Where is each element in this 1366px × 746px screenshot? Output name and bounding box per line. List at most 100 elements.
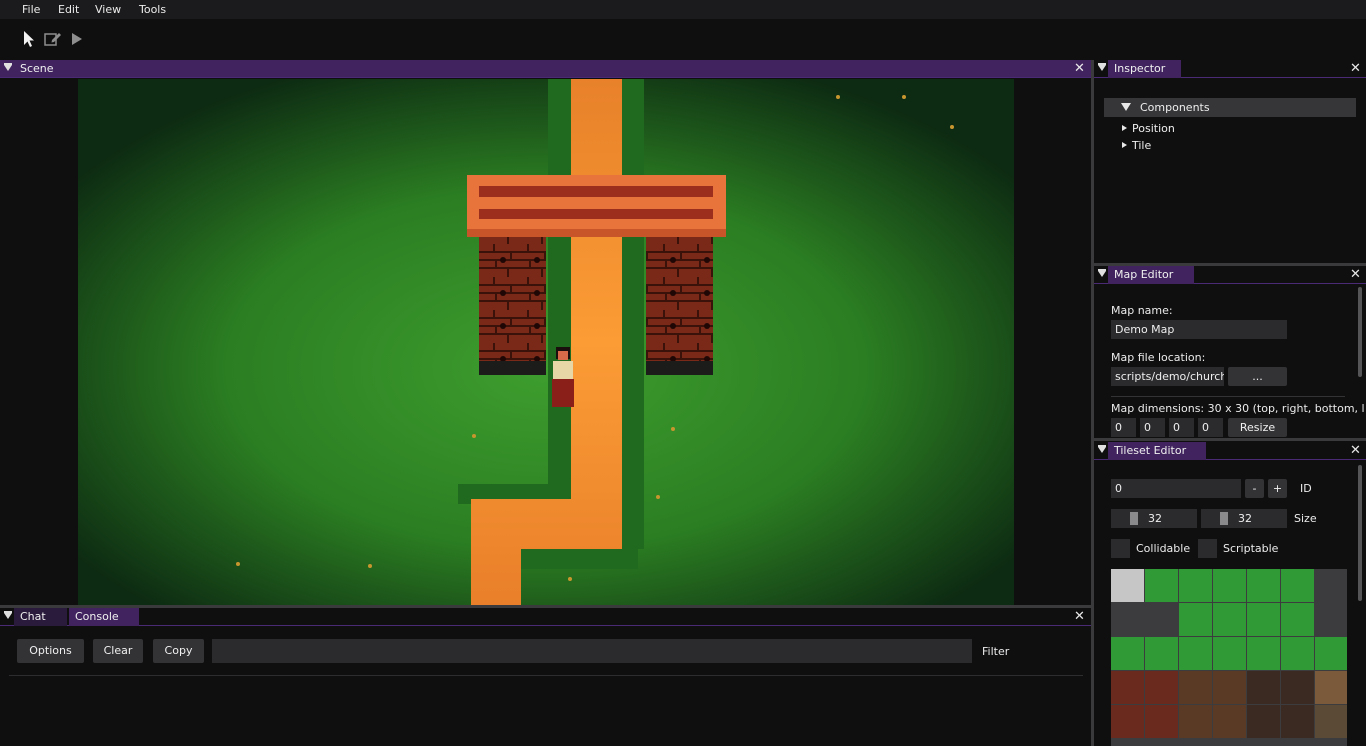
dim-right-field[interactable]: 0 <box>1140 418 1165 437</box>
collapse-icon[interactable] <box>4 611 12 619</box>
clear-button[interactable]: Clear <box>93 639 143 663</box>
console-output[interactable] <box>9 677 1083 743</box>
tile[interactable] <box>1247 569 1280 602</box>
dim-bottom-field[interactable]: 0 <box>1169 418 1194 437</box>
game-map-view <box>78 79 1014 605</box>
tile[interactable] <box>1247 603 1280 636</box>
tile-width-slider[interactable]: 32 <box>1111 509 1197 528</box>
components-header[interactable]: Components <box>1104 98 1356 117</box>
tile[interactable] <box>1145 569 1178 602</box>
tile[interactable] <box>1315 705 1347 738</box>
tile[interactable] <box>1213 671 1246 704</box>
map-name-field[interactable]: Demo Map <box>1111 320 1287 339</box>
copy-button[interactable]: Copy <box>153 639 204 663</box>
menu-tools[interactable]: Tools <box>139 3 166 16</box>
tile[interactable] <box>1179 705 1212 738</box>
play-icon[interactable] <box>67 29 87 49</box>
tile[interactable] <box>1247 705 1280 738</box>
increment-button[interactable]: + <box>1268 479 1287 498</box>
tab-inspector[interactable]: Inspector <box>1108 60 1181 78</box>
tab-tileset-editor[interactable]: Tileset Editor <box>1108 442 1206 460</box>
tile[interactable] <box>1281 671 1314 704</box>
tab-scene[interactable]: Scene <box>14 60 54 78</box>
scene-canvas[interactable] <box>0 79 1091 605</box>
options-button[interactable]: Options <box>17 639 84 663</box>
collapse-icon[interactable] <box>4 63 12 71</box>
expand-icon <box>1121 103 1131 111</box>
components-label: Components <box>1140 101 1210 114</box>
resize-button[interactable]: Resize <box>1228 418 1287 437</box>
edit-icon[interactable] <box>43 29 63 49</box>
tile[interactable] <box>1213 705 1246 738</box>
console-body: Options Clear Copy Filter <box>0 627 1091 746</box>
tile[interactable] <box>1247 637 1280 670</box>
tile[interactable] <box>1145 637 1178 670</box>
tile[interactable] <box>1281 705 1314 738</box>
dim-top-field[interactable]: 0 <box>1111 418 1136 437</box>
tile[interactable] <box>1315 671 1347 704</box>
menu-file[interactable]: File <box>22 3 40 16</box>
close-icon[interactable]: ✕ <box>1074 61 1085 77</box>
tile[interactable] <box>1247 671 1280 704</box>
collidable-label: Collidable <box>1136 542 1191 555</box>
tree-item-tile[interactable]: Tile <box>1118 139 1238 153</box>
tile[interactable] <box>1213 569 1246 602</box>
game-viewport[interactable] <box>78 79 1014 605</box>
tree-item-label: Position <box>1132 122 1175 135</box>
tileset-palette[interactable] <box>1111 569 1347 746</box>
map-file-field[interactable]: scripts/demo/church <box>1111 367 1224 386</box>
tile-height-slider[interactable]: 32 <box>1201 509 1287 528</box>
dim-left-field[interactable]: 0 <box>1198 418 1223 437</box>
tile[interactable] <box>1111 637 1144 670</box>
collidable-checkbox[interactable] <box>1111 539 1130 558</box>
expand-icon <box>1122 142 1127 148</box>
menu-edit[interactable]: Edit <box>58 3 79 16</box>
tree-item-position[interactable]: Position <box>1118 122 1238 136</box>
scriptable-checkbox[interactable] <box>1198 539 1217 558</box>
tile[interactable] <box>1145 671 1178 704</box>
divider <box>9 675 1083 676</box>
tab-map-editor[interactable]: Map Editor <box>1108 266 1194 284</box>
horizontal-splitter[interactable] <box>1094 438 1366 441</box>
menu-bar: File Edit View Tools <box>0 0 1366 19</box>
console-panel-header: Chat Console ✕ <box>0 608 1091 626</box>
slider-knob[interactable] <box>1220 512 1228 525</box>
tileset-scrollbar[interactable] <box>1358 465 1362 601</box>
tile[interactable] <box>1111 671 1144 704</box>
filter-input[interactable] <box>212 639 972 663</box>
collapse-icon[interactable] <box>1098 445 1106 453</box>
collapse-icon[interactable] <box>1098 63 1106 71</box>
tile[interactable] <box>1179 671 1212 704</box>
cursor-icon[interactable] <box>20 29 40 49</box>
tile[interactable] <box>1179 603 1212 636</box>
close-icon[interactable]: ✕ <box>1350 267 1361 283</box>
slider-knob[interactable] <box>1130 512 1138 525</box>
tab-console[interactable]: Console <box>69 608 139 626</box>
collapse-icon[interactable] <box>1098 269 1106 277</box>
toolbar <box>0 19 1366 60</box>
tile[interactable] <box>1111 569 1144 602</box>
decrement-button[interactable]: - <box>1245 479 1264 498</box>
tile[interactable] <box>1281 569 1314 602</box>
close-icon[interactable]: ✕ <box>1350 443 1361 459</box>
tile[interactable] <box>1179 569 1212 602</box>
tile[interactable] <box>1315 637 1347 670</box>
close-icon[interactable]: ✕ <box>1074 609 1085 625</box>
inspector-panel-header: Inspector ✕ <box>1094 60 1366 78</box>
menu-view[interactable]: View <box>95 3 121 16</box>
inspector-body: Components Position Tile <box>1094 79 1366 263</box>
tile[interactable] <box>1179 637 1212 670</box>
tab-chat[interactable]: Chat <box>14 608 67 626</box>
scene-panel-header: Scene ✕ <box>0 60 1091 78</box>
browse-button[interactable]: ... <box>1228 367 1287 386</box>
tile[interactable] <box>1281 603 1314 636</box>
tile[interactable] <box>1111 705 1144 738</box>
tile[interactable] <box>1213 603 1246 636</box>
map-editor-scrollbar[interactable] <box>1358 287 1362 377</box>
map-name-label: Map name: <box>1111 304 1173 317</box>
tile[interactable] <box>1213 637 1246 670</box>
close-icon[interactable]: ✕ <box>1350 61 1361 77</box>
tile[interactable] <box>1281 637 1314 670</box>
tile-id-field[interactable]: 0 <box>1111 479 1241 498</box>
tile[interactable] <box>1145 705 1178 738</box>
